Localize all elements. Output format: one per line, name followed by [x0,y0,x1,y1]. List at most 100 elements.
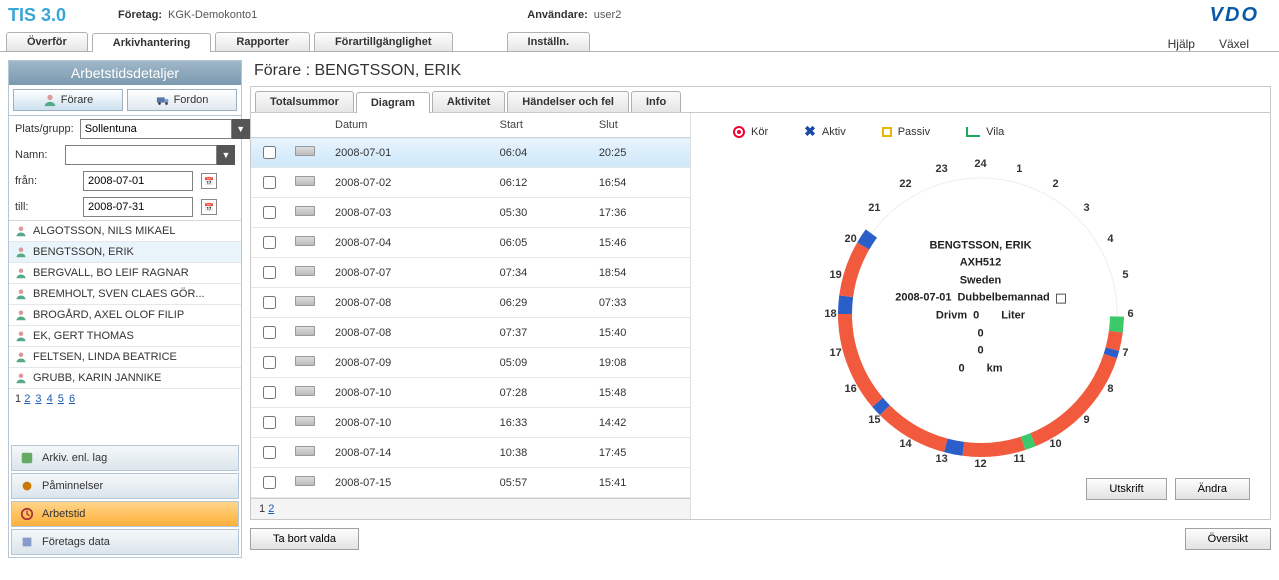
change-button[interactable]: Ändra [1175,478,1250,500]
crew-checkbox[interactable] [1056,294,1066,304]
subtab-driver[interactable]: Förare [13,89,123,111]
user-label: Användare: [527,9,588,21]
driver-item[interactable]: BENGTSSON, ERIK [9,242,241,263]
driver-item[interactable]: ALGOTSSON, NILS MIKAEL [9,221,241,242]
grid-pager: 1 2 [251,498,690,519]
hour-label: 19 [829,269,841,281]
row-checkbox[interactable] [263,476,276,489]
cell-date: 2008-07-03 [327,198,492,228]
pager-link[interactable]: 3 [35,393,41,405]
tab-events[interactable]: Händelser och fel [507,91,629,112]
driver-item[interactable]: BREMHOLT, SVEN CLAES GÖR... [9,284,241,305]
delete-button[interactable]: Ta bort valda [250,528,359,550]
col-start[interactable]: Start [492,113,591,138]
driver-item[interactable]: FELTSEN, LINDA BEATRICE [9,347,241,368]
plats-input[interactable] [80,119,232,139]
table-row[interactable]: 2008-07-0707:3418:54 [251,258,690,288]
tab-diagram[interactable]: Diagram [356,92,430,113]
side-reminder[interactable]: Påminnelser [11,473,239,499]
table-row[interactable]: 2008-07-0206:1216:54 [251,168,690,198]
card-icon [295,146,315,156]
row-checkbox[interactable] [263,416,276,429]
row-checkbox[interactable] [263,326,276,339]
driver-item[interactable]: BERGVALL, BO LEIF RAGNAR [9,263,241,284]
person-icon [15,351,27,363]
table-row[interactable]: 2008-07-1016:3314:42 [251,408,690,438]
row-checkbox[interactable] [263,146,276,159]
overview-button[interactable]: Översikt [1185,528,1271,550]
table-row[interactable]: 2008-07-0305:3017:36 [251,198,690,228]
side-arkiv[interactable]: Arkiv. enl. lag [11,445,239,471]
side-worktime-label: Arbetstid [42,508,85,520]
hour-label: 6 [1127,308,1133,320]
cell-date: 2008-07-14 [327,438,492,468]
hour-label: 7 [1122,347,1128,359]
col-date[interactable]: Datum [327,113,492,138]
row-checkbox[interactable] [263,176,276,189]
table-row[interactable]: 2008-07-1410:3817:45 [251,438,690,468]
legend-rest: Vila [986,126,1004,138]
tab-settings[interactable]: Inställn. [507,32,591,51]
table-row[interactable]: 2008-07-0905:0919:08 [251,348,690,378]
calendar-icon[interactable]: 📅 [201,173,217,189]
pager-link[interactable]: 5 [58,393,64,405]
table-row[interactable]: 2008-07-0106:0420:25 [251,138,690,168]
hour-label: 20 [844,233,856,245]
passive-icon [882,127,892,137]
cell-end: 19:08 [591,348,690,378]
cell-date: 2008-07-10 [327,408,492,438]
name-input[interactable] [65,145,217,165]
from-date-input[interactable] [83,171,193,191]
tab-reports[interactable]: Rapporter [215,32,310,51]
row-checkbox[interactable] [263,236,276,249]
row-checkbox[interactable] [263,266,276,279]
table-row[interactable]: 2008-07-1007:2815:48 [251,378,690,408]
tab-availability[interactable]: Förartillgänglighet [314,32,453,51]
tab-totals[interactable]: Totalsummor [255,91,354,112]
cell-end: 15:40 [591,318,690,348]
to-label: till: [15,201,77,213]
row-checkbox[interactable] [263,296,276,309]
row-checkbox[interactable] [263,356,276,369]
hour-label: 4 [1107,233,1113,245]
side-worktime[interactable]: Arbetstid [11,501,239,527]
table-row[interactable]: 2008-07-0406:0515:46 [251,228,690,258]
table-row[interactable]: 2008-07-0806:2907:33 [251,288,690,318]
print-button[interactable]: Utskrift [1086,478,1166,500]
driver-item[interactable]: GRUBB, KARIN JANNIKE [9,368,241,389]
subtab-vehicle[interactable]: Fordon [127,89,237,111]
tab-activity[interactable]: Aktivitet [432,91,505,112]
pager-link[interactable]: 6 [69,393,75,405]
main-area: Förare : BENGTSSON, ERIK Totalsummor Dia… [250,60,1271,558]
driver-item[interactable]: EK, GERT THOMAS [9,326,241,347]
col-end[interactable]: Slut [591,113,690,138]
calendar-icon[interactable]: 📅 [201,199,217,215]
table-row[interactable]: 2008-07-1505:5715:41 [251,468,690,498]
link-help[interactable]: Hjälp [1168,37,1195,51]
person-icon [43,93,57,107]
row-checkbox[interactable] [263,386,276,399]
truck-icon [156,93,170,107]
tab-transfer[interactable]: Överför [6,32,88,51]
pager-link[interactable]: 2 [24,393,30,405]
row-checkbox[interactable] [263,206,276,219]
main-tabs: Överför Arkivhantering Rapporter Förarti… [0,28,1279,52]
chart-area: Kör ✖Aktiv Passiv Vila [691,113,1270,519]
link-switch[interactable]: Växel [1219,37,1249,51]
cell-date: 2008-07-08 [327,288,492,318]
pager-link[interactable]: 2 [268,503,274,515]
tab-archive[interactable]: Arkivhantering [92,33,212,52]
pager-link[interactable]: 4 [47,393,53,405]
plats-dropdown-icon[interactable]: ▼ [232,119,250,139]
table-row[interactable]: 2008-07-0807:3715:40 [251,318,690,348]
chart-legend: Kör ✖Aktiv Passiv Vila [703,119,1258,154]
row-checkbox[interactable] [263,446,276,459]
card-icon [295,296,315,306]
side-company[interactable]: Företags data [11,529,239,555]
driver-name: FELTSEN, LINDA BEATRICE [33,351,177,363]
name-dropdown-icon[interactable]: ▼ [217,145,235,165]
driver-item[interactable]: BROGÅRD, AXEL OLOF FILIP [9,305,241,326]
tab-info[interactable]: Info [631,91,681,112]
cell-end: 07:33 [591,288,690,318]
to-date-input[interactable] [83,197,193,217]
